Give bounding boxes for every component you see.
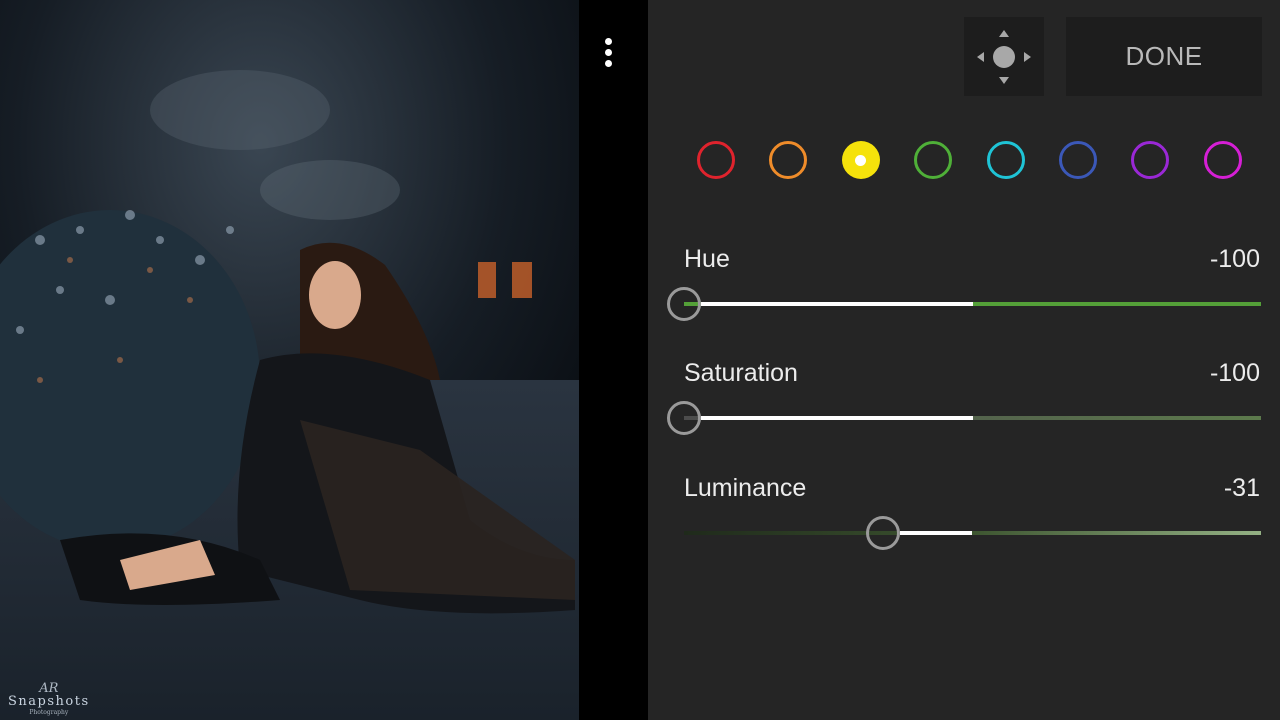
color-swatch-magenta[interactable] (1203, 141, 1242, 179)
watermark-brand: Snapshots (8, 694, 90, 709)
luminance-slider-track[interactable] (684, 531, 1261, 535)
luminance-value: -31 (1223, 474, 1260, 502)
saturation-value: -100 (1209, 359, 1260, 387)
watermark-script: AR (39, 681, 59, 696)
done-button[interactable]: DONE (1066, 17, 1262, 96)
luminance-label: Luminance (684, 474, 807, 502)
photo-preview: AR Snapshots Photography (0, 0, 579, 720)
saturation-slider-handle[interactable] (667, 401, 701, 435)
watermark-subtitle: Photography (29, 709, 69, 716)
toolbar-gutter (579, 0, 648, 720)
hue-slider-handle[interactable] (667, 287, 701, 321)
color-swatch-yellow[interactable] (841, 141, 880, 179)
move-target-button[interactable] (964, 17, 1044, 96)
color-swatch-green[interactable] (914, 141, 953, 179)
more-vertical-icon[interactable] (598, 38, 618, 80)
photo-image (0, 0, 579, 720)
saturation-label: Saturation (684, 359, 798, 387)
color-swatch-red[interactable] (697, 141, 735, 179)
hue-value: -100 (1209, 245, 1260, 273)
hue-label: Hue (684, 245, 730, 273)
color-swatch-blue[interactable] (1059, 141, 1097, 179)
luminance-slider-fill (900, 531, 973, 535)
move-target-icon (977, 30, 1031, 84)
color-swatch-aqua[interactable] (986, 141, 1025, 179)
luminance-slider-handle[interactable] (866, 516, 901, 550)
saturation-slider-fill (701, 416, 973, 420)
watermark-logo: AR Snapshots Photography (8, 681, 90, 716)
hue-slider-fill (701, 302, 973, 306)
